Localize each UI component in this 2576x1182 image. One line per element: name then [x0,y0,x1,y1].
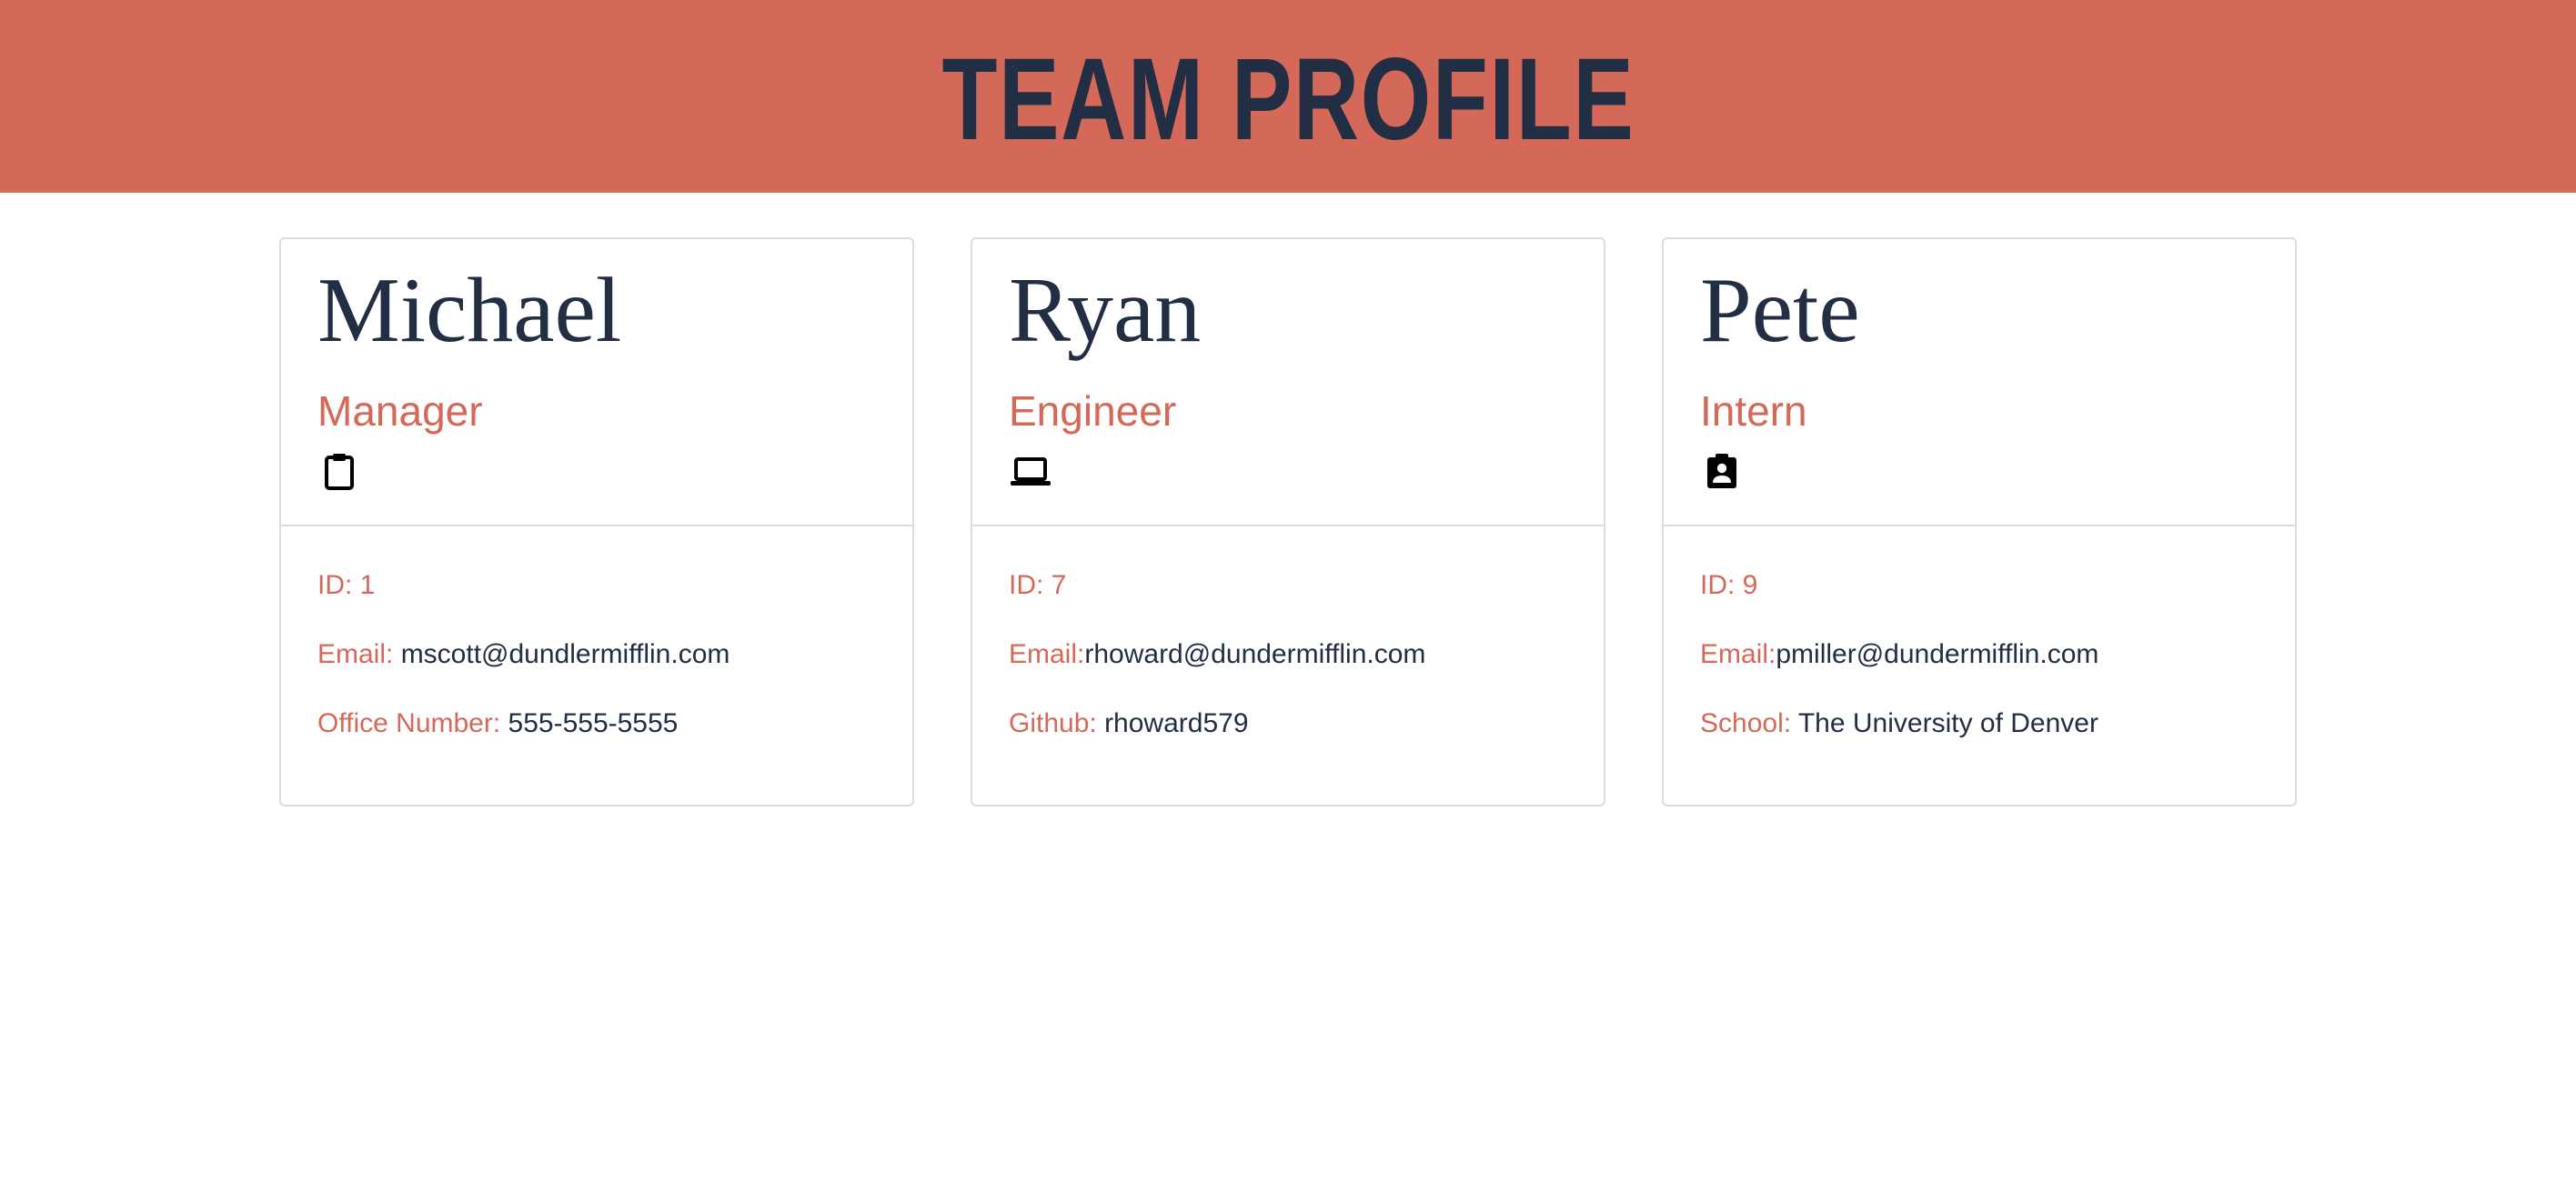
employee-id: ID: 7 [1009,570,1067,600]
page-title: TEAM PROFILE [941,35,1635,165]
page-header: TEAM PROFILE [0,0,2576,193]
email-label: Email: [317,639,401,669]
github-row: Github: rhoward579 [1009,710,1249,737]
github-label: Github: [1009,708,1105,738]
school-row: School: The University of Denver [1700,710,2098,737]
office-number-value: 555-555-5555 [508,708,679,738]
assignment-ind-icon [1707,454,1736,488]
employee-role: Manager [317,387,483,435]
school-label: School: [1700,708,1798,738]
email-label: Email: [1700,639,1776,669]
email-label: Email: [1009,639,1085,669]
employee-card-intern: Pete Intern ID: 9 Email:pmiller@dundermi… [1662,237,2297,806]
employee-role: Intern [1700,387,1807,435]
employee-name: Pete [1700,259,1860,362]
employee-card-engineer: Ryan Engineer ID: 7 Email:rhoward@dunder… [971,237,1605,806]
office-number-label: Office Number: [317,708,508,738]
laptop-icon [1011,457,1051,486]
github-link[interactable]: rhoward579 [1104,708,1248,738]
email-row: Email:pmiller@dundermifflin.com [1700,641,2098,668]
employee-id: ID: 9 [1700,570,1758,600]
email-row: Email: mscott@dundlermifflin.com [317,641,730,668]
school-value: The University of Denver [1797,708,2098,738]
employee-name: Ryan [1009,259,1202,362]
team-cards: Michael Manager ID: 1 Email: mscott@dund… [279,237,2297,806]
card-header: Pete Intern [1664,239,2295,526]
employee-name: Michael [317,259,622,362]
email-link[interactable]: mscott@dundlermifflin.com [401,639,730,669]
card-header: Ryan Engineer [972,239,1604,526]
email-row: Email:rhoward@dundermifflin.com [1009,641,1425,668]
employee-card-manager: Michael Manager ID: 1 Email: mscott@dund… [279,237,914,806]
employee-role: Engineer [1009,387,1177,435]
id-row: ID: 1 [317,572,375,599]
card-header: Michael Manager [281,239,912,526]
id-row: ID: 9 [1700,572,1757,599]
email-link[interactable]: rhoward@dundermifflin.com [1084,639,1425,669]
clipboard-icon [325,454,354,490]
id-row: ID: 7 [1009,572,1066,599]
email-link[interactable]: pmiller@dundermifflin.com [1776,639,2098,669]
employee-id: ID: 1 [317,570,376,600]
office-number-row: Office Number: 555-555-5555 [317,710,678,737]
